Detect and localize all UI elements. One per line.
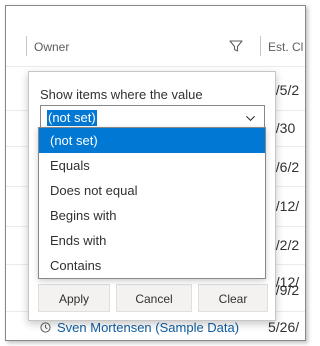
dropdown-option-does-not-equal[interactable]: Does not equal bbox=[39, 178, 265, 203]
condition-dropdown-list: (not set) Equals Does not equal Begins w… bbox=[38, 127, 266, 279]
column-header-owner[interactable]: Owner bbox=[34, 40, 69, 54]
cancel-button[interactable]: Cancel bbox=[116, 284, 192, 312]
filter-icon[interactable] bbox=[229, 39, 243, 53]
filter-prompt: Show items where the value bbox=[40, 87, 203, 102]
condition-select-value: (not set) bbox=[47, 110, 97, 126]
dropdown-option-not-set[interactable]: (not set) bbox=[39, 128, 265, 153]
clock-icon bbox=[40, 322, 51, 333]
grid-header: Owner Est. Cl bbox=[6, 6, 305, 67]
column-header-est-close[interactable]: Est. Cl bbox=[268, 40, 303, 54]
grid-window: Owner Est. Cl 5/5/2 1/30 5/6/2 5/12/ 1/2… bbox=[5, 5, 306, 341]
column-separator bbox=[26, 36, 27, 56]
owner-link[interactable]: Sven Mortensen (Sample Data) bbox=[40, 320, 239, 335]
dropdown-option-equals[interactable]: Equals bbox=[39, 153, 265, 178]
clear-button[interactable]: Clear bbox=[198, 284, 268, 312]
dropdown-option-ends-with[interactable]: Ends with bbox=[39, 228, 265, 253]
date-cell: 5/26/ bbox=[268, 319, 300, 335]
column-separator bbox=[260, 36, 261, 56]
chevron-down-icon[interactable] bbox=[245, 113, 256, 124]
dropdown-option-begins-with[interactable]: Begins with bbox=[39, 203, 265, 228]
owner-name[interactable]: Sven Mortensen (Sample Data) bbox=[57, 320, 239, 335]
apply-button[interactable]: Apply bbox=[38, 284, 110, 312]
dropdown-option-contains[interactable]: Contains bbox=[39, 253, 265, 278]
